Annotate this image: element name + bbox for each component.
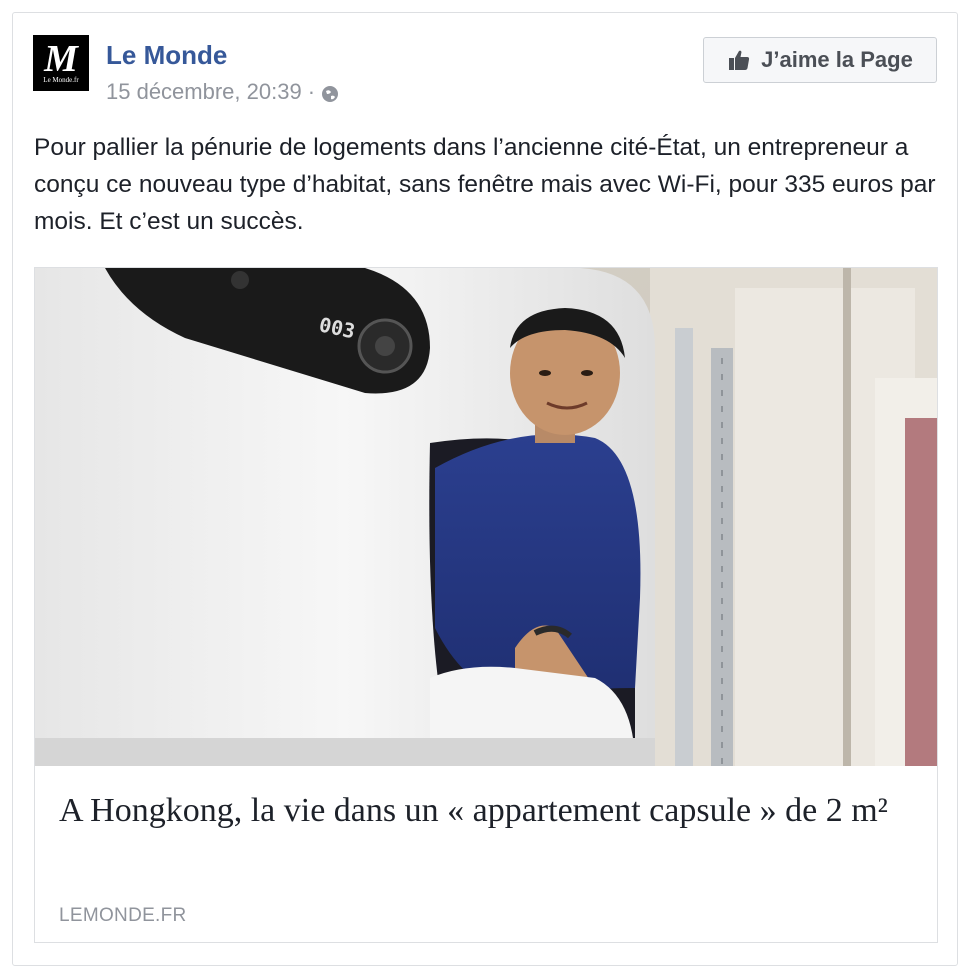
logo-letter: M — [44, 38, 78, 80]
like-page-label: J’aime la Page — [761, 47, 913, 72]
like-page-button[interactable]: J’aime la Page — [703, 37, 937, 83]
link-headline[interactable]: A Hongkong, la vie dans un « appartement… — [59, 788, 919, 833]
thumbs-up-icon — [729, 50, 750, 70]
globe-icon — [321, 83, 339, 102]
post-text: Pour pallier la pénurie de logements dan… — [34, 134, 936, 235]
post-timestamp[interactable]: 15 décembre, 20:39 — [106, 79, 302, 105]
link-domain: LEMONDE.FR — [59, 905, 187, 926]
post-meta: 15 décembre, 20:39 · — [106, 79, 339, 105]
link-preview[interactable]: 003 A Hongkong, la vie dans un « apparte… — [34, 267, 938, 943]
capsule-photo: 003 — [35, 268, 937, 766]
page-name-link[interactable]: Le Monde — [106, 40, 227, 71]
post-card: M Le Monde.fr Le Monde 15 décembre, 20:3… — [12, 12, 958, 966]
page-avatar[interactable]: M Le Monde.fr — [33, 35, 89, 91]
meta-separator: · — [307, 79, 316, 104]
logo-subtitle: Le Monde.fr — [43, 76, 79, 84]
